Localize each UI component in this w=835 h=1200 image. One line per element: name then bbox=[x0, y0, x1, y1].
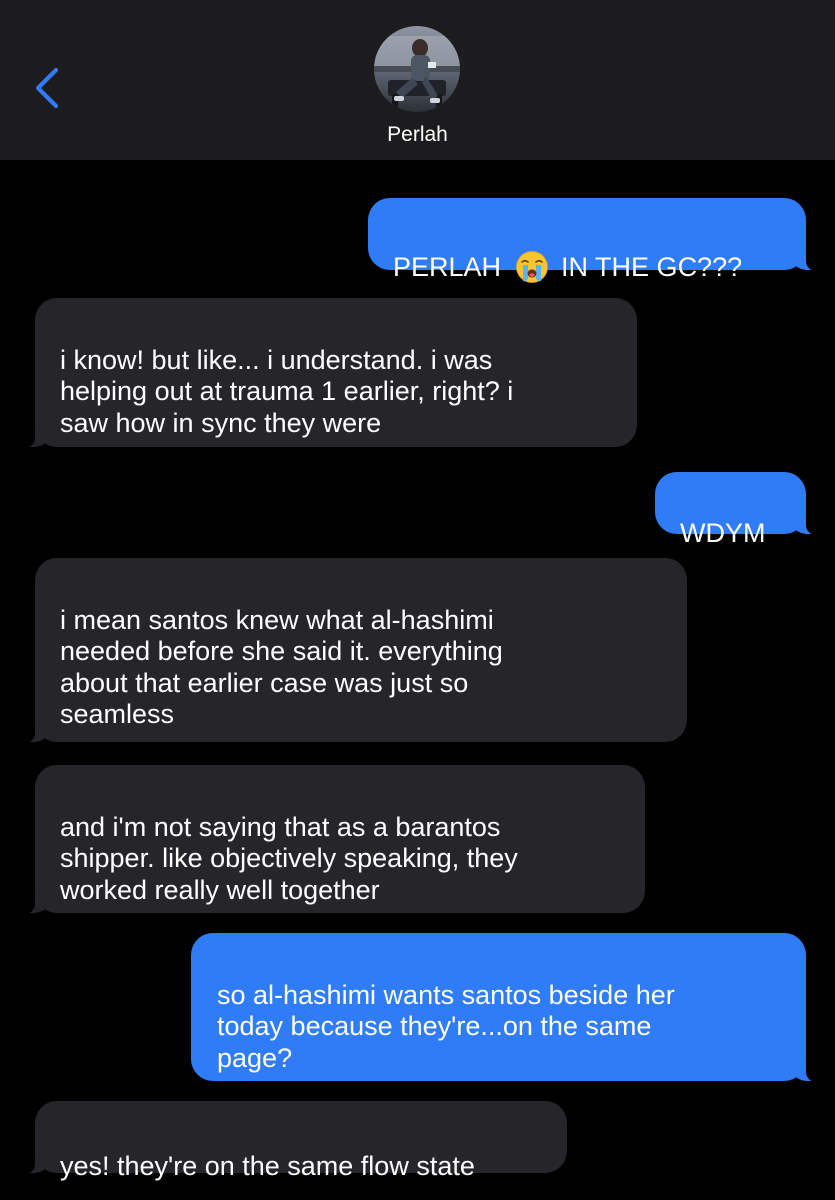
message-bubble-incoming[interactable]: i know! but like... i understand. i was … bbox=[23, 298, 637, 448]
message-text: yes! they're on the same flow state bbox=[60, 1150, 475, 1181]
conversation-header: Perlah bbox=[0, 0, 835, 160]
message-text: i know! but like... i understand. i was … bbox=[60, 344, 514, 438]
back-button[interactable] bbox=[28, 66, 68, 110]
contact-avatar[interactable] bbox=[374, 26, 460, 112]
message-text: WDYM bbox=[680, 517, 766, 548]
message-text: and i'm not saying that as a barantos sh… bbox=[60, 811, 518, 905]
message-bubble-outgoing[interactable]: WDYM bbox=[655, 472, 818, 548]
message-text: so al-hashimi wants santos beside her to… bbox=[217, 979, 675, 1073]
message-bubble-incoming[interactable]: and i'm not saying that as a barantos sh… bbox=[23, 765, 645, 914]
message-text: i mean santos knew what al-hashimi neede… bbox=[60, 604, 503, 730]
chevron-left-icon bbox=[35, 67, 59, 109]
contact-name[interactable]: Perlah bbox=[0, 122, 835, 148]
message-bubble-incoming[interactable]: i mean santos knew what al-hashimi neede… bbox=[23, 558, 687, 743]
contact-photo bbox=[374, 26, 460, 112]
message-text: PERLAH IN THE GC??? bbox=[393, 250, 743, 284]
message-bubble-incoming[interactable]: yes! they're on the same flow state bbox=[23, 1101, 567, 1181]
loudly-crying-face-icon bbox=[515, 250, 549, 284]
message-bubble-outgoing[interactable]: so al-hashimi wants santos beside her to… bbox=[191, 933, 818, 1082]
message-bubble-outgoing[interactable]: PERLAH IN THE GC??? bbox=[368, 198, 818, 283]
